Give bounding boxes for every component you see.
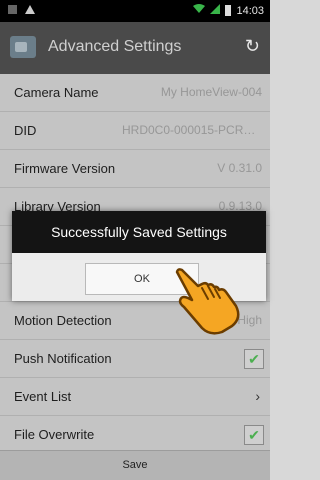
- wifi-icon: [193, 4, 206, 17]
- dialog-message: Successfully Saved Settings: [12, 211, 266, 253]
- refresh-icon[interactable]: ↻: [245, 36, 260, 56]
- row-label: Push Notification: [14, 351, 112, 366]
- status-bar: 14:03: [0, 0, 270, 22]
- battery-icon: [225, 5, 232, 16]
- page-title: Advanced Settings: [48, 38, 182, 55]
- action-bar: Advanced Settings ↻: [0, 22, 270, 74]
- app-icon: [10, 36, 36, 58]
- pointing-hand-icon: [175, 268, 240, 335]
- signal-icon: [210, 4, 221, 17]
- row-value: My HomeView-004: [160, 85, 262, 99]
- warning-icon: [25, 5, 35, 14]
- row-label: DID: [14, 123, 37, 138]
- row-camera-name[interactable]: Camera Name My HomeView-004: [0, 74, 270, 112]
- chevron-right-icon: ›: [255, 388, 260, 404]
- status-time: 14:03: [236, 4, 264, 17]
- row-file-overwrite[interactable]: File Overwrite ✔: [0, 416, 270, 454]
- row-push-notification[interactable]: Push Notification ✔: [0, 340, 270, 378]
- row-label: Motion Detection: [14, 313, 112, 328]
- row-firmware-version[interactable]: Firmware Version V 0.31.0: [0, 150, 270, 188]
- row-value: HRD0C0-000015-PCRHCY-...: [122, 123, 262, 137]
- row-value: V 0.31.0: [217, 161, 262, 175]
- row-label: File Overwrite: [14, 427, 95, 442]
- row-label: Event List: [14, 389, 72, 404]
- row-did[interactable]: DID HRD0C0-000015-PCRHCY-...: [0, 112, 270, 150]
- row-label: Firmware Version: [14, 161, 116, 176]
- notification-icon: [8, 5, 17, 14]
- file-overwrite-checkbox[interactable]: ✔: [244, 425, 264, 445]
- push-notification-checkbox[interactable]: ✔: [244, 349, 264, 369]
- save-button[interactable]: Save: [0, 450, 270, 480]
- row-label: Camera Name: [14, 85, 99, 100]
- row-event-list[interactable]: Event List ›: [0, 378, 270, 416]
